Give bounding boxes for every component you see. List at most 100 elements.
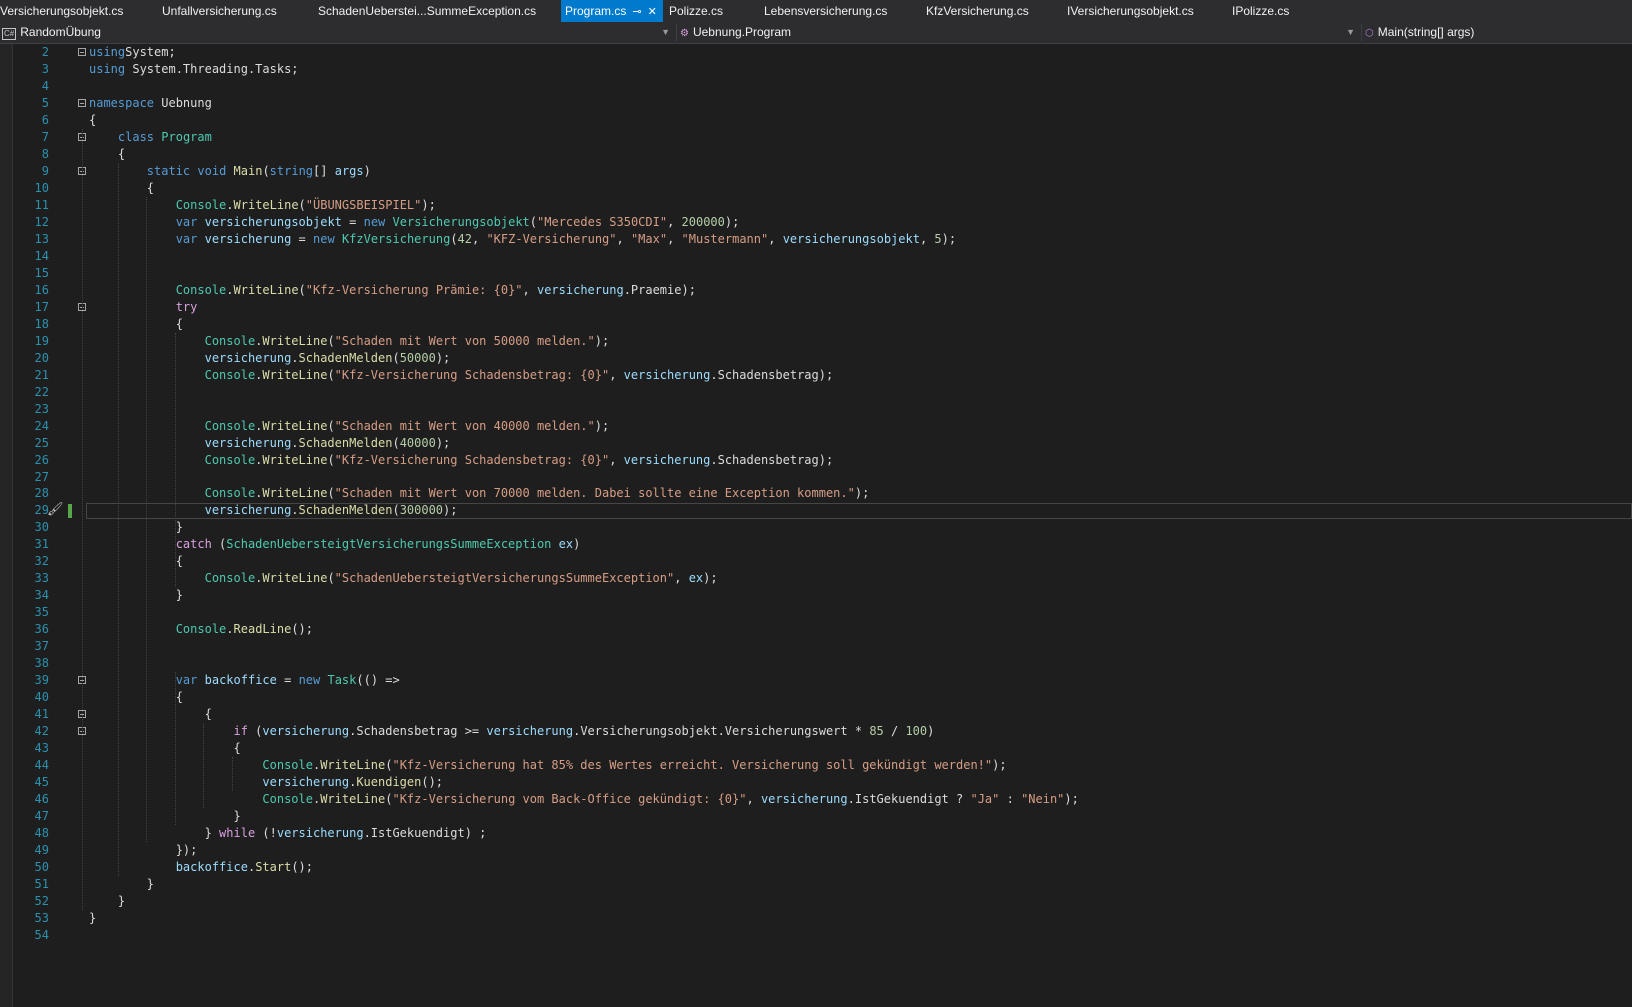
- code-token: );: [443, 503, 458, 518]
- code-line[interactable]: 17 try: [0, 299, 1632, 317]
- code-token: .: [226, 282, 234, 297]
- line-number: 34: [34, 588, 49, 603]
- code-line[interactable]: 23: [0, 401, 1632, 419]
- code-line[interactable]: 4: [0, 78, 1632, 96]
- line-number: 43: [34, 741, 49, 756]
- project-dropdown[interactable]: C# RandomÜbung ▼: [0, 22, 676, 43]
- line-number: 12: [34, 214, 49, 229]
- tab-unfallversicherung-cs[interactable]: Unfallversicherung.cs: [158, 0, 281, 22]
- line-number: 29: [34, 503, 49, 518]
- code-line[interactable]: 22: [0, 384, 1632, 402]
- code-line[interactable]: 30 }: [0, 519, 1632, 537]
- tab-schadenueberstei-summeexception-cs[interactable]: SchadenUeberstei...SummeException.cs: [314, 0, 540, 22]
- code-line[interactable]: 10 {: [0, 180, 1632, 198]
- code-line[interactable]: 31 catch (SchadenUebersteigtVersicherung…: [0, 536, 1632, 554]
- code-line[interactable]: 19 Console.WriteLine("Schaden mit Wert v…: [0, 333, 1632, 351]
- code-line[interactable]: 13 var versicherung = new KfzVersicherun…: [0, 231, 1632, 249]
- code-line[interactable]: 51 }: [0, 876, 1632, 894]
- code-line[interactable]: 26 Console.WriteLine("Kfz-Versicherung S…: [0, 452, 1632, 470]
- collapse-icon[interactable]: [78, 98, 86, 107]
- code-line[interactable]: 2 usingSystem;: [0, 44, 1632, 62]
- code-line[interactable]: 38: [0, 655, 1632, 673]
- code-line[interactable]: 29 🖌 versicherung.SchadenMelden(300000);: [0, 502, 1632, 520]
- tab-ipolizze-cs[interactable]: IPolizze.cs: [1228, 0, 1293, 22]
- code-line[interactable]: 14: [0, 248, 1632, 266]
- code-token: .Schadensbetrag);: [710, 367, 834, 382]
- code-line[interactable]: 41 {: [0, 706, 1632, 724]
- code-line[interactable]: 15: [0, 265, 1632, 283]
- code-line[interactable]: 54: [0, 927, 1632, 945]
- code-line[interactable]: 44 Console.WriteLine("Kfz-Versicherung h…: [0, 757, 1632, 775]
- pin-icon[interactable]: ⊸: [632, 6, 641, 18]
- chevron-down-icon: ▼: [661, 27, 670, 37]
- change-indicator: [68, 504, 72, 519]
- code-line[interactable]: 35: [0, 604, 1632, 622]
- code-line[interactable]: 47 }: [0, 808, 1632, 826]
- line-code: {: [89, 180, 154, 198]
- code-line[interactable]: 50 backoffice.Start();: [0, 859, 1632, 877]
- line-number: 15: [34, 265, 49, 280]
- code-line[interactable]: 34 }: [0, 587, 1632, 605]
- code-token: Console: [175, 197, 227, 212]
- code-line[interactable]: 48 } while (!versicherung.IstGekuendigt)…: [0, 825, 1632, 843]
- code-line[interactable]: 18 {: [0, 316, 1632, 334]
- code-line[interactable]: 20 versicherung.SchadenMelden(50000);: [0, 350, 1632, 368]
- code-line[interactable]: 32 {: [0, 553, 1632, 571]
- code-token: void: [197, 163, 227, 178]
- code-line[interactable]: 9 static void Main(string[] args): [0, 163, 1632, 181]
- code-line[interactable]: 7 class Program: [0, 129, 1632, 147]
- code-line[interactable]: 49 });: [0, 842, 1632, 860]
- code-editor[interactable]: 2 usingSystem; 3 using System.Threading.Tas…: [0, 44, 1632, 1007]
- class-dropdown[interactable]: ⚙ Uebnung.Program ▼: [680, 22, 1361, 43]
- code-line[interactable]: 16 Console.WriteLine("Kfz-Versicherung P…: [0, 282, 1632, 300]
- code-token: Uebnung: [154, 95, 212, 110]
- code-line[interactable]: 25 versicherung.SchadenMelden(40000);: [0, 435, 1632, 453]
- code-token: .: [291, 435, 299, 450]
- line-number: 36: [34, 622, 49, 637]
- chevron-down-icon: ▼: [1346, 27, 1355, 37]
- tab-iversicherungsobjekt-cs[interactable]: IVersicherungsobjekt.cs: [1063, 0, 1198, 22]
- code-token: versicherung: [623, 452, 711, 467]
- code-line[interactable]: 12 var versicherungsobjekt = new Versich…: [0, 214, 1632, 232]
- code-line[interactable]: 42 if (versicherung.Schadensbetrag >= ve…: [0, 723, 1632, 741]
- code-token: );: [1064, 792, 1079, 807]
- code-line[interactable]: 36 Console.ReadLine();: [0, 621, 1632, 639]
- close-icon[interactable]: ✕: [648, 6, 657, 18]
- code-token: WriteLine: [262, 333, 328, 348]
- tab-lebensversicherung-cs[interactable]: Lebensversicherung.cs: [760, 0, 891, 22]
- code-line[interactable]: 43 {: [0, 740, 1632, 758]
- code-token: "Kfz-Versicherung Prämie: {0}": [305, 282, 523, 297]
- code-line[interactable]: 27: [0, 469, 1632, 487]
- code-line[interactable]: 3 using System.Threading.Tasks;: [0, 61, 1632, 79]
- code-line[interactable]: 53}: [0, 910, 1632, 928]
- member-dropdown[interactable]: ⬡ Main(string[] args): [1365, 22, 1632, 43]
- tab-program-cs[interactable]: Program.cs ⊸ ✕: [561, 0, 663, 22]
- quick-action-brush-icon[interactable]: 🖌: [47, 502, 65, 518]
- code-token: }: [89, 877, 155, 892]
- tab-versicherungsobjekt-cs[interactable]: Versicherungsobjekt.cs: [0, 0, 127, 22]
- tab-polizze-cs[interactable]: Polizze.cs: [665, 0, 727, 22]
- code-line[interactable]: 24 Console.WriteLine("Schaden mit Wert v…: [0, 418, 1632, 436]
- code-line[interactable]: 5 namespace Uebnung: [0, 95, 1632, 113]
- code-line[interactable]: 37: [0, 638, 1632, 656]
- code-line[interactable]: 46 Console.WriteLine("Kfz-Versicherung v…: [0, 791, 1632, 809]
- code-line[interactable]: 21 Console.WriteLine("Kfz-Versicherung S…: [0, 367, 1632, 385]
- code-line[interactable]: 6{: [0, 112, 1632, 130]
- code-line[interactable]: 39 var backoffice = new Task(() =>: [0, 672, 1632, 690]
- code-line[interactable]: 33 Console.WriteLine("SchadenUebersteigt…: [0, 570, 1632, 588]
- tab-kfzversicherung-cs[interactable]: KfzVersicherung.cs: [922, 0, 1033, 22]
- code-token: versicherung: [204, 231, 292, 246]
- code-line[interactable]: 8 {: [0, 146, 1632, 164]
- line-code: catch (SchadenUebersteigtVersicherungsSu…: [89, 536, 581, 554]
- code-line[interactable]: 52 }: [0, 893, 1632, 911]
- collapse-icon[interactable]: [78, 48, 86, 56]
- code-line[interactable]: 28 Console.WriteLine("Schaden mit Wert v…: [0, 485, 1632, 503]
- code-line[interactable]: 11 Console.WriteLine("ÜBUNGSBEISPIEL");: [0, 197, 1632, 215]
- line-number: 2: [41, 45, 49, 59]
- code-line[interactable]: 40 {: [0, 689, 1632, 707]
- code-line[interactable]: 45 versicherung.Kuendigen();: [0, 774, 1632, 792]
